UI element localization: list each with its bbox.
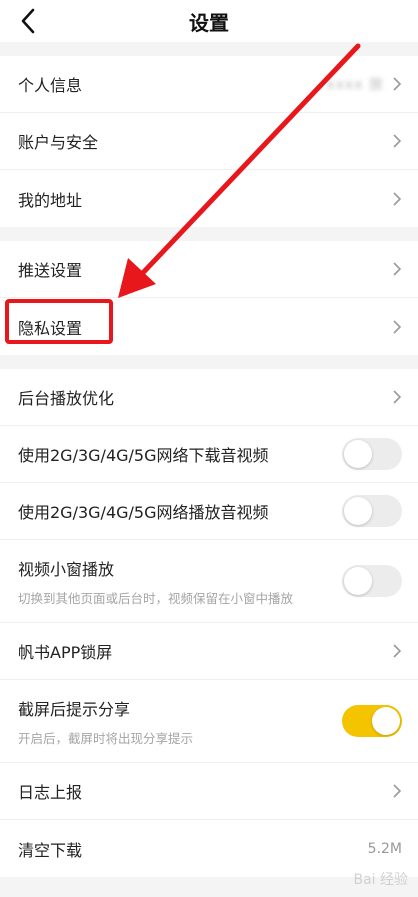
toggle-knob <box>344 440 372 468</box>
settings-item-mobile-download: 使用2G/3G/4G/5G网络下载音视频 <box>0 426 418 483</box>
toggle-knob <box>344 567 372 595</box>
settings-item-label: 视频小窗播放 <box>18 559 115 579</box>
settings-group-profile: 个人信息 xxxx 放 账户与安全 我的地址 <box>0 56 418 227</box>
settings-item-label: 账户与安全 <box>18 133 99 152</box>
settings-group-privacy: 推送设置 隐私设置 <box>0 241 418 355</box>
settings-item-address[interactable]: 我的地址 <box>0 170 418 227</box>
mobile-play-toggle[interactable] <box>342 495 402 527</box>
download-size-value: 5.2M <box>367 840 402 857</box>
settings-item-profile[interactable]: 个人信息 xxxx 放 <box>0 56 418 113</box>
toggle-knob <box>372 707 400 735</box>
settings-item-label: 使用2G/3G/4G/5G网络播放音视频 <box>18 503 269 522</box>
settings-item-screenshot-share: 截屏后提示分享 开启后，截屏时将出现分享提示 <box>0 680 418 763</box>
chevron-right-icon <box>393 644 402 658</box>
settings-item-push[interactable]: 推送设置 <box>0 241 418 298</box>
settings-item-label: 日志上报 <box>18 783 83 802</box>
watermark: Bai 经验 <box>353 872 408 888</box>
settings-item-description: 切换到其他页面或后台时，视频保留在小窗中播放 <box>18 590 294 606</box>
profile-blurred-value: xxxx 放 <box>326 77 384 93</box>
settings-item-label: 隐私设置 <box>18 318 83 338</box>
settings-item-label: 清空下载 <box>18 840 83 860</box>
settings-item-label: 帆书APP锁屏 <box>18 643 113 662</box>
settings-item-app-lock[interactable]: 帆书APP锁屏 <box>0 623 418 680</box>
settings-item-account[interactable]: 账户与安全 <box>0 113 418 170</box>
settings-item-description: 开启后，截屏时将出现分享提示 <box>18 730 194 746</box>
settings-item-label: 截屏后提示分享 <box>18 699 131 719</box>
settings-item-log-report[interactable]: 日志上报 <box>0 763 418 820</box>
chevron-right-icon <box>393 390 402 404</box>
settings-item-mobile-play: 使用2G/3G/4G/5G网络播放音视频 <box>0 483 418 540</box>
settings-item-label: 推送设置 <box>18 261 83 280</box>
screenshot-share-toggle[interactable] <box>342 705 402 737</box>
settings-item-label: 使用2G/3G/4G/5G网络下载音视频 <box>18 446 269 465</box>
back-button[interactable] <box>14 7 42 35</box>
mobile-download-toggle[interactable] <box>342 438 402 470</box>
settings-group-media: 后台播放优化 使用2G/3G/4G/5G网络下载音视频 使用2G/3G/4G/5… <box>0 369 418 877</box>
chevron-right-icon <box>393 784 402 798</box>
settings-item-label: 个人信息 <box>18 76 83 95</box>
settings-item-pip: 视频小窗播放 切换到其他页面或后台时，视频保留在小窗中播放 <box>0 540 418 623</box>
chevron-right-icon <box>393 319 402 334</box>
settings-item-privacy[interactable]: 隐私设置 <box>0 298 418 355</box>
settings-item-label: 我的地址 <box>18 190 83 210</box>
chevron-right-icon <box>393 262 402 276</box>
toggle-knob <box>344 497 372 525</box>
settings-item-label: 后台播放优化 <box>18 389 115 408</box>
pip-toggle[interactable] <box>342 565 402 597</box>
app-header: 设置 <box>0 0 418 42</box>
chevron-right-icon <box>393 77 402 91</box>
chevron-right-icon <box>393 191 402 206</box>
chevron-left-icon <box>21 8 35 34</box>
settings-item-bg-play[interactable]: 后台播放优化 <box>0 369 418 426</box>
page-title: 设置 <box>189 10 229 35</box>
chevron-right-icon <box>393 134 402 148</box>
